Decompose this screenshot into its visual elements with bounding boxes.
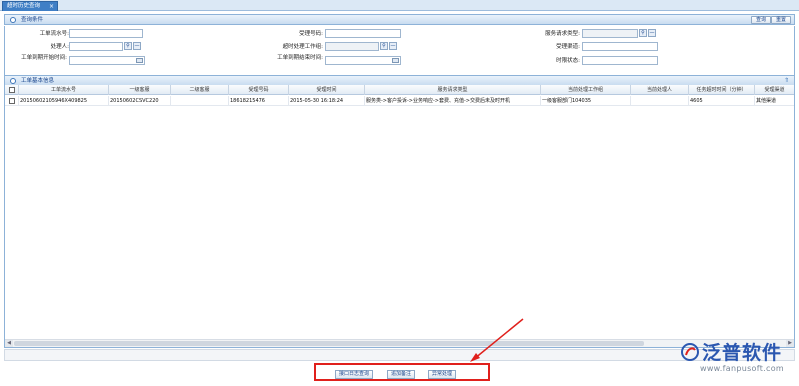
clear-icon[interactable]: — (648, 29, 656, 37)
horizontal-scrollbar[interactable]: ◀ ▶ (5, 339, 794, 347)
column-header[interactable]: 当前处理工作组 (541, 85, 631, 95)
row-checkbox[interactable] (9, 98, 15, 104)
table-cell (631, 96, 689, 106)
caller-input[interactable] (325, 29, 401, 38)
service-type-input[interactable] (582, 29, 638, 38)
grid-footer (4, 349, 795, 361)
logo-name: 泛普软件 (702, 342, 783, 364)
accept-channel-input[interactable] (582, 42, 658, 51)
table-cell: 20150602CSVC220 (109, 96, 171, 106)
column-header[interactable]: 一级客服 (109, 85, 171, 95)
logo-url: www.fanpusoft.com (700, 364, 784, 373)
ticket-no-input[interactable] (69, 29, 143, 38)
brand-logo: 泛普软件 www.fanpusoft.com (680, 338, 795, 384)
clear-icon[interactable]: — (389, 42, 397, 50)
action-button-group: 接口日志查询 追加备注 异常处理 (314, 363, 490, 381)
table-cell: 4605 (689, 96, 755, 106)
query-panel-header: 查询条件 查询 重置 (4, 14, 795, 25)
column-header[interactable]: 任务超时时间（分钟） (689, 85, 755, 95)
add-note-button[interactable]: 追加备注 (387, 370, 416, 379)
row-select-cell[interactable] (5, 96, 19, 106)
interface-log-query-button[interactable]: 接口日志查询 (335, 370, 374, 379)
column-header[interactable]: 受理号码 (229, 85, 289, 95)
deadline-end-input[interactable] (325, 56, 401, 65)
column-header[interactable]: 受理渠道 (755, 85, 794, 95)
select-all-header[interactable] (5, 85, 19, 95)
table-cell: 18618215476 (229, 96, 289, 106)
scroll-thumb[interactable] (14, 341, 644, 346)
close-icon[interactable]: × (49, 2, 54, 11)
search-icon[interactable]: ⚲ (639, 29, 647, 37)
table-row[interactable]: 20150602105946X409825 20150602CSVC220 18… (5, 96, 794, 106)
caller-label: 受理号码: (299, 31, 323, 37)
scroll-left-icon[interactable]: ◀ (5, 340, 13, 347)
search-icon[interactable]: ⚲ (380, 42, 388, 50)
ticket-grid: 工单流水号 一级客服 二级客服 受理号码 受理时间 服务请求类型 当前处理工作组… (4, 85, 795, 348)
select-all-checkbox[interactable] (9, 87, 15, 93)
grid-header-row: 工单流水号 一级客服 二级客服 受理号码 受理时间 服务请求类型 当前处理工作组… (5, 85, 794, 95)
column-header[interactable]: 服务请求类型 (365, 85, 541, 95)
column-header[interactable]: 当前处理人 (631, 85, 689, 95)
table-cell: 2015-05-30 16:18:24 (289, 96, 365, 106)
search-button[interactable]: 查询 (750, 16, 771, 24)
exception-handling-button[interactable]: 异常处理 (428, 370, 457, 379)
time-status-label: 时限状态: (556, 58, 580, 64)
table-cell: 服务类->客户投诉->业务响应->套费、充值->交费后未及时开机 (365, 96, 541, 106)
accept-channel-label: 受理渠道: (556, 44, 580, 50)
tab-timeout-history[interactable]: 超时历史查询 × (2, 1, 58, 11)
reset-button[interactable]: 重置 (770, 16, 791, 24)
handler-input[interactable] (69, 42, 123, 51)
query-form: 工单流水号: 受理号码: 服务请求类型: ⚲ — 处理人: ⚲ — 超时处理工作… (4, 26, 795, 75)
logo-mark-icon (681, 343, 699, 361)
tab-label: 超时历史查询 (7, 3, 41, 9)
deadline-start-input[interactable] (69, 56, 145, 65)
table-cell: 一级客服部门104035 (541, 96, 631, 106)
query-panel-title: 查询条件 (21, 17, 44, 23)
panel-collapse-icon[interactable] (10, 78, 16, 84)
panel-collapse-icon[interactable] (10, 17, 16, 23)
calendar-icon[interactable] (392, 58, 399, 63)
deadline-end-label: 工单到期结束时间: (277, 55, 323, 61)
tab-bar: 超时历史查询 × (0, 0, 799, 11)
column-header[interactable]: 工单流水号 (19, 85, 109, 95)
time-status-input[interactable] (582, 56, 658, 65)
table-cell: 20150602105946X409825 (19, 96, 109, 106)
timeout-group-label: 超时处理工作组: (282, 44, 323, 50)
deadline-start-label: 工单到期开始时间: (21, 55, 67, 61)
ticket-no-label: 工单流水号: (39, 31, 69, 37)
clear-icon[interactable]: — (133, 42, 141, 50)
column-header[interactable]: 受理时间 (289, 85, 365, 95)
calendar-icon[interactable] (136, 58, 143, 63)
timeout-group-input[interactable] (325, 42, 379, 51)
table-cell: 其他渠道 (756, 98, 777, 104)
search-icon[interactable]: ⚲ (124, 42, 132, 50)
table-cell (171, 96, 229, 106)
column-header[interactable]: 二级客服 (171, 85, 229, 95)
service-type-label: 服务请求类型: (545, 31, 580, 37)
handler-label: 处理人: (50, 44, 69, 50)
